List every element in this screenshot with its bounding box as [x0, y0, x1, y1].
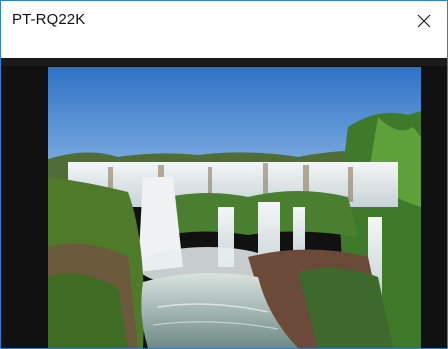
title-bar: PT-RQ22K	[1, 1, 447, 41]
window-title: PT-RQ22K	[12, 11, 86, 28]
close-icon	[417, 14, 431, 28]
projector-preview-window: PT-RQ22K	[0, 0, 448, 349]
waterfall-photo	[48, 67, 421, 348]
preview-top-strip	[1, 58, 447, 66]
close-button[interactable]	[401, 1, 447, 41]
